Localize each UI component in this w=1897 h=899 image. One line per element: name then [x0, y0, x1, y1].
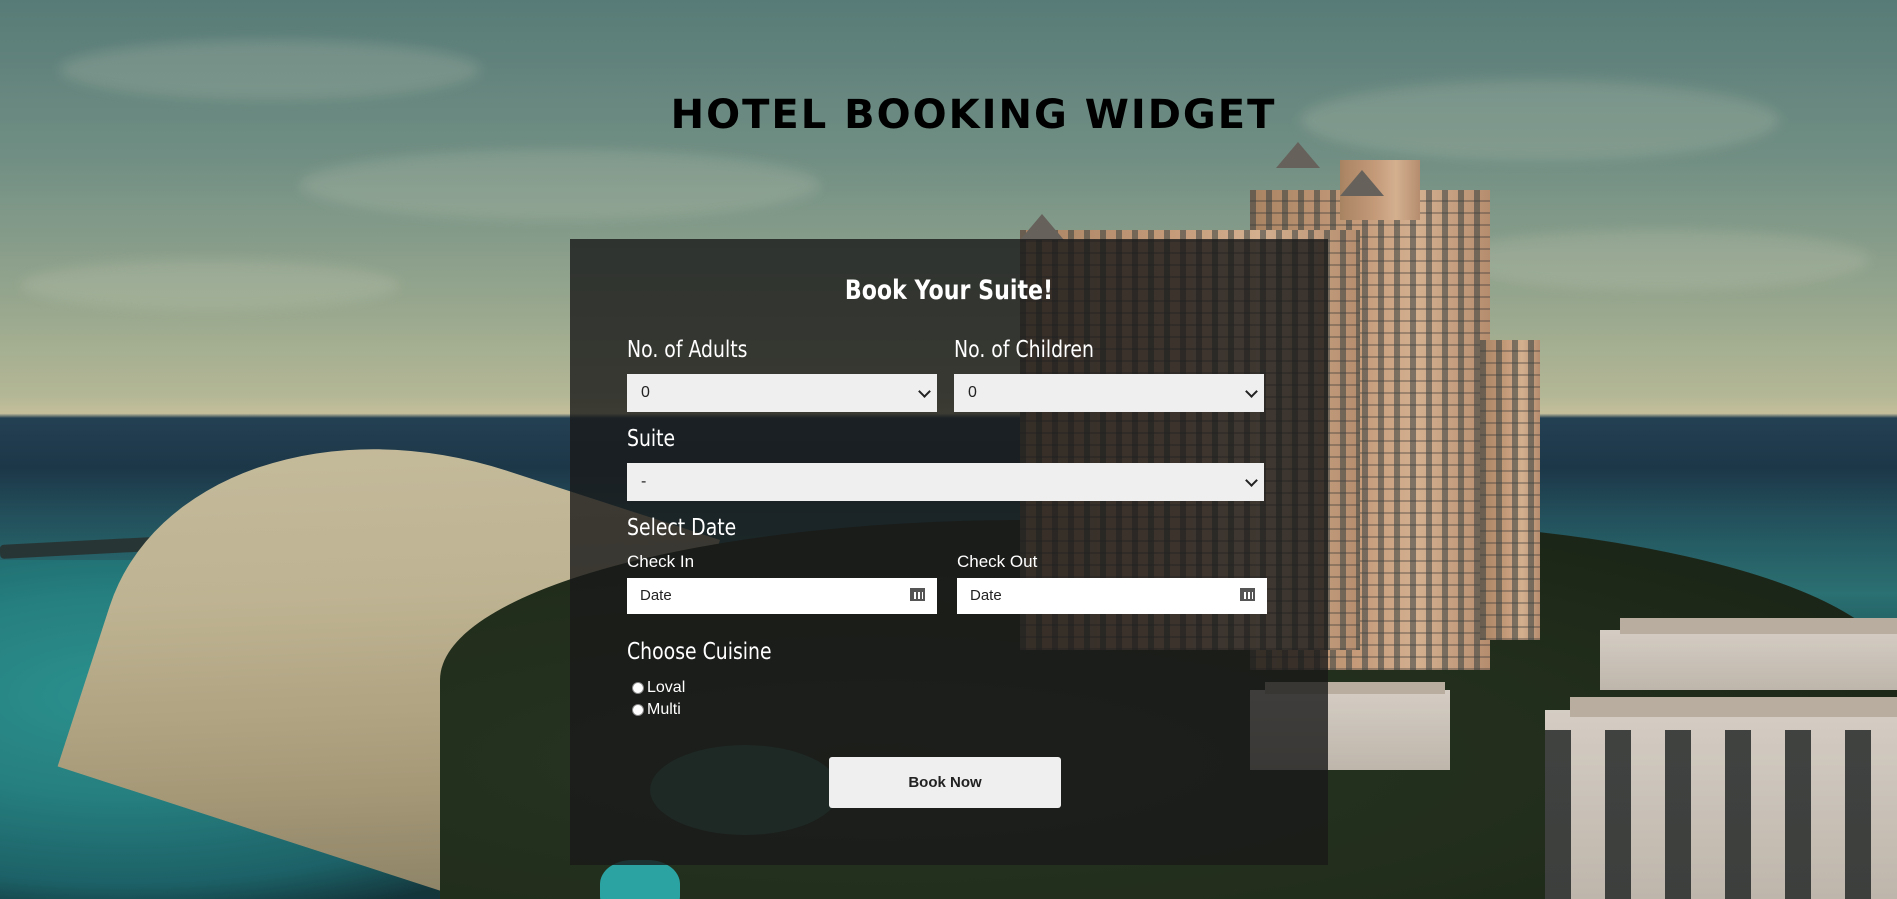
check-in-label: Check In	[627, 552, 695, 571]
cuisine-option-label: Multi	[647, 701, 681, 718]
chevron-down-icon	[918, 385, 931, 398]
adults-label: No. of Adults	[627, 337, 748, 363]
check-in-placeholder: Date	[640, 587, 672, 604]
suite-select[interactable]: -	[627, 463, 1264, 501]
cuisine-radio-loval[interactable]	[632, 682, 644, 694]
form-title: Book Your Suite!	[844, 275, 1054, 306]
cuisine-option-label: Loval	[647, 679, 686, 696]
check-in-input[interactable]: Date	[627, 578, 937, 614]
calendar-icon[interactable]	[910, 588, 925, 601]
chevron-down-icon	[1245, 385, 1258, 398]
check-out-input[interactable]: Date	[957, 578, 1267, 614]
cuisine-radio-multi[interactable]	[632, 704, 644, 716]
book-now-button[interactable]: Book Now	[829, 757, 1061, 808]
suite-select-value: -	[641, 473, 647, 490]
cuisine-option-multi[interactable]: Multi	[632, 701, 681, 719]
children-label: No. of Children	[954, 337, 1094, 363]
children-select[interactable]: 0	[954, 374, 1264, 412]
chevron-down-icon	[1245, 474, 1258, 487]
page-title: HOTEL BOOKING WIDGET	[670, 92, 1277, 138]
select-date-label: Select Date	[627, 515, 737, 541]
adults-select-value: 0	[641, 384, 650, 401]
check-out-label: Check Out	[957, 552, 1038, 571]
cuisine-label: Choose Cuisine	[627, 639, 772, 665]
calendar-icon[interactable]	[1240, 588, 1255, 601]
check-out-placeholder: Date	[970, 587, 1002, 604]
adults-select[interactable]: 0	[627, 374, 937, 412]
suite-label: Suite	[627, 426, 676, 452]
booking-panel: Book Your Suite! No. of Adults No. of Ch…	[570, 239, 1328, 865]
children-select-value: 0	[968, 384, 977, 401]
cuisine-option-loval[interactable]: Loval	[632, 679, 685, 697]
